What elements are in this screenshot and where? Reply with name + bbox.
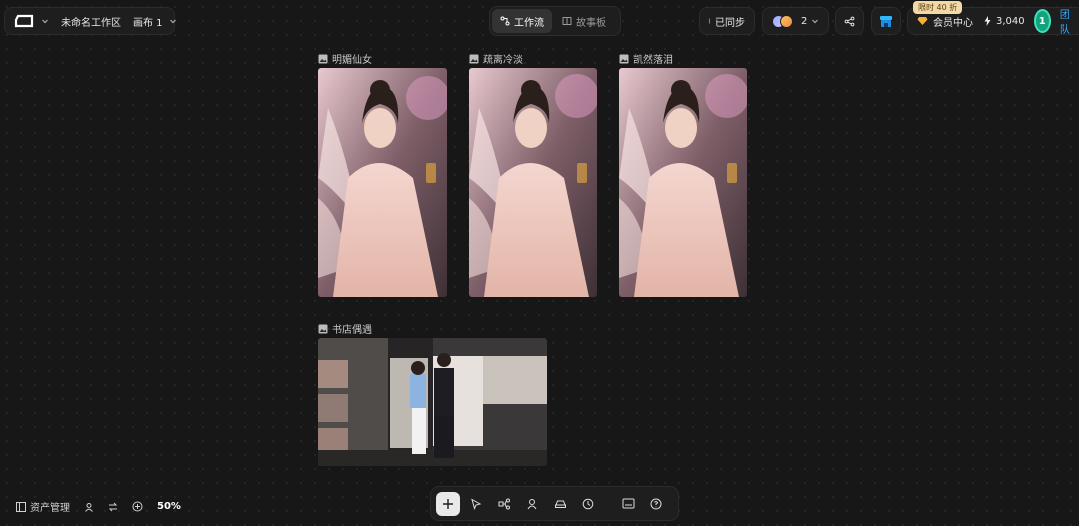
add-button[interactable]	[436, 491, 460, 516]
tab-workflow-label: 工作流	[514, 17, 544, 29]
member-center-link[interactable]: 会员中心	[933, 14, 973, 29]
tab-workflow[interactable]: 工作流	[492, 9, 552, 33]
sync-status-label: 已同步	[715, 17, 745, 29]
swap-icon[interactable]	[108, 502, 118, 512]
person-icon[interactable]	[84, 502, 94, 512]
card-title: 疏离冷淡	[469, 51, 523, 66]
storyboard-icon	[562, 16, 572, 26]
fairy-image-1[interactable]	[318, 68, 447, 297]
workflow-node-button[interactable]	[492, 492, 516, 516]
select-tool-button[interactable]	[464, 492, 488, 516]
help-icon	[650, 498, 662, 510]
app-logo-icon[interactable]	[13, 14, 35, 28]
credits-balance[interactable]: 3,040	[996, 16, 1025, 27]
view-tabs: 工作流 故事板	[489, 6, 621, 36]
diamond-icon	[917, 16, 928, 26]
vehicle-button[interactable]	[548, 492, 572, 516]
collaborator-count: 2	[801, 15, 808, 27]
workspace-switcher: 未命名工作区 画布 1	[4, 7, 177, 35]
subtitle-icon	[622, 498, 635, 509]
store-icon	[879, 15, 893, 28]
workspace-name[interactable]: 未命名工作区	[61, 14, 121, 29]
image-icon	[318, 54, 328, 64]
history-button[interactable]	[576, 492, 600, 516]
image-icon	[318, 324, 328, 334]
history-icon	[582, 498, 594, 510]
card-title: 书店偶遇	[318, 321, 372, 336]
canvas-toolbar	[430, 486, 679, 521]
card-title: 明媚仙女	[318, 51, 372, 66]
share-icon	[844, 16, 855, 27]
workflow-node-icon	[498, 498, 511, 510]
select-pointer-icon	[470, 497, 482, 510]
fairy-image-2[interactable]	[469, 68, 597, 297]
vehicle-icon	[554, 498, 567, 510]
lightning-icon	[984, 16, 991, 26]
card-title: 凯然落泪	[619, 51, 673, 66]
asset-manager-button[interactable]: 资产管理	[16, 499, 70, 514]
store-button[interactable]	[871, 7, 901, 35]
collaborators[interactable]: 2	[762, 7, 829, 35]
collaborator-avatar	[780, 14, 793, 28]
character-button[interactable]	[520, 492, 544, 516]
share-button[interactable]	[835, 7, 864, 35]
status-bar: 资产管理 50%	[16, 499, 181, 514]
image-icon	[469, 54, 479, 64]
fairy-image-3[interactable]	[619, 68, 747, 297]
subtitle-button[interactable]	[616, 492, 640, 516]
card-title-label: 凯然落泪	[633, 55, 673, 66]
promo-badge: 限时 40 折	[913, 1, 963, 14]
canvas-name[interactable]: 画布 1	[133, 14, 163, 29]
character-icon	[526, 498, 538, 510]
chevron-down-icon[interactable]	[41, 17, 49, 25]
workflow-icon	[500, 16, 510, 26]
zoom-icon[interactable]	[132, 501, 143, 512]
sync-dot-icon	[709, 18, 710, 24]
sync-status[interactable]: 已同步	[699, 7, 755, 35]
chevron-down-icon	[811, 17, 819, 25]
asset-manager-label: 资产管理	[30, 503, 70, 514]
bookstore-image[interactable]	[318, 338, 547, 466]
panel-icon	[16, 501, 26, 512]
user-avatar[interactable]: 1	[1033, 9, 1051, 33]
tab-storyboard-label: 故事板	[576, 17, 606, 29]
card-title-label: 疏离冷淡	[483, 55, 523, 66]
card-title-label: 书店偶遇	[332, 325, 372, 336]
zoom-level[interactable]: 50%	[157, 501, 181, 512]
team-link[interactable]: 团队	[1060, 6, 1073, 36]
image-icon	[619, 54, 629, 64]
canvas-chevron-icon[interactable]	[169, 17, 177, 25]
card-title-label: 明媚仙女	[332, 55, 372, 66]
help-button[interactable]	[644, 492, 668, 516]
tab-storyboard[interactable]: 故事板	[554, 9, 614, 33]
add-icon	[442, 498, 454, 510]
